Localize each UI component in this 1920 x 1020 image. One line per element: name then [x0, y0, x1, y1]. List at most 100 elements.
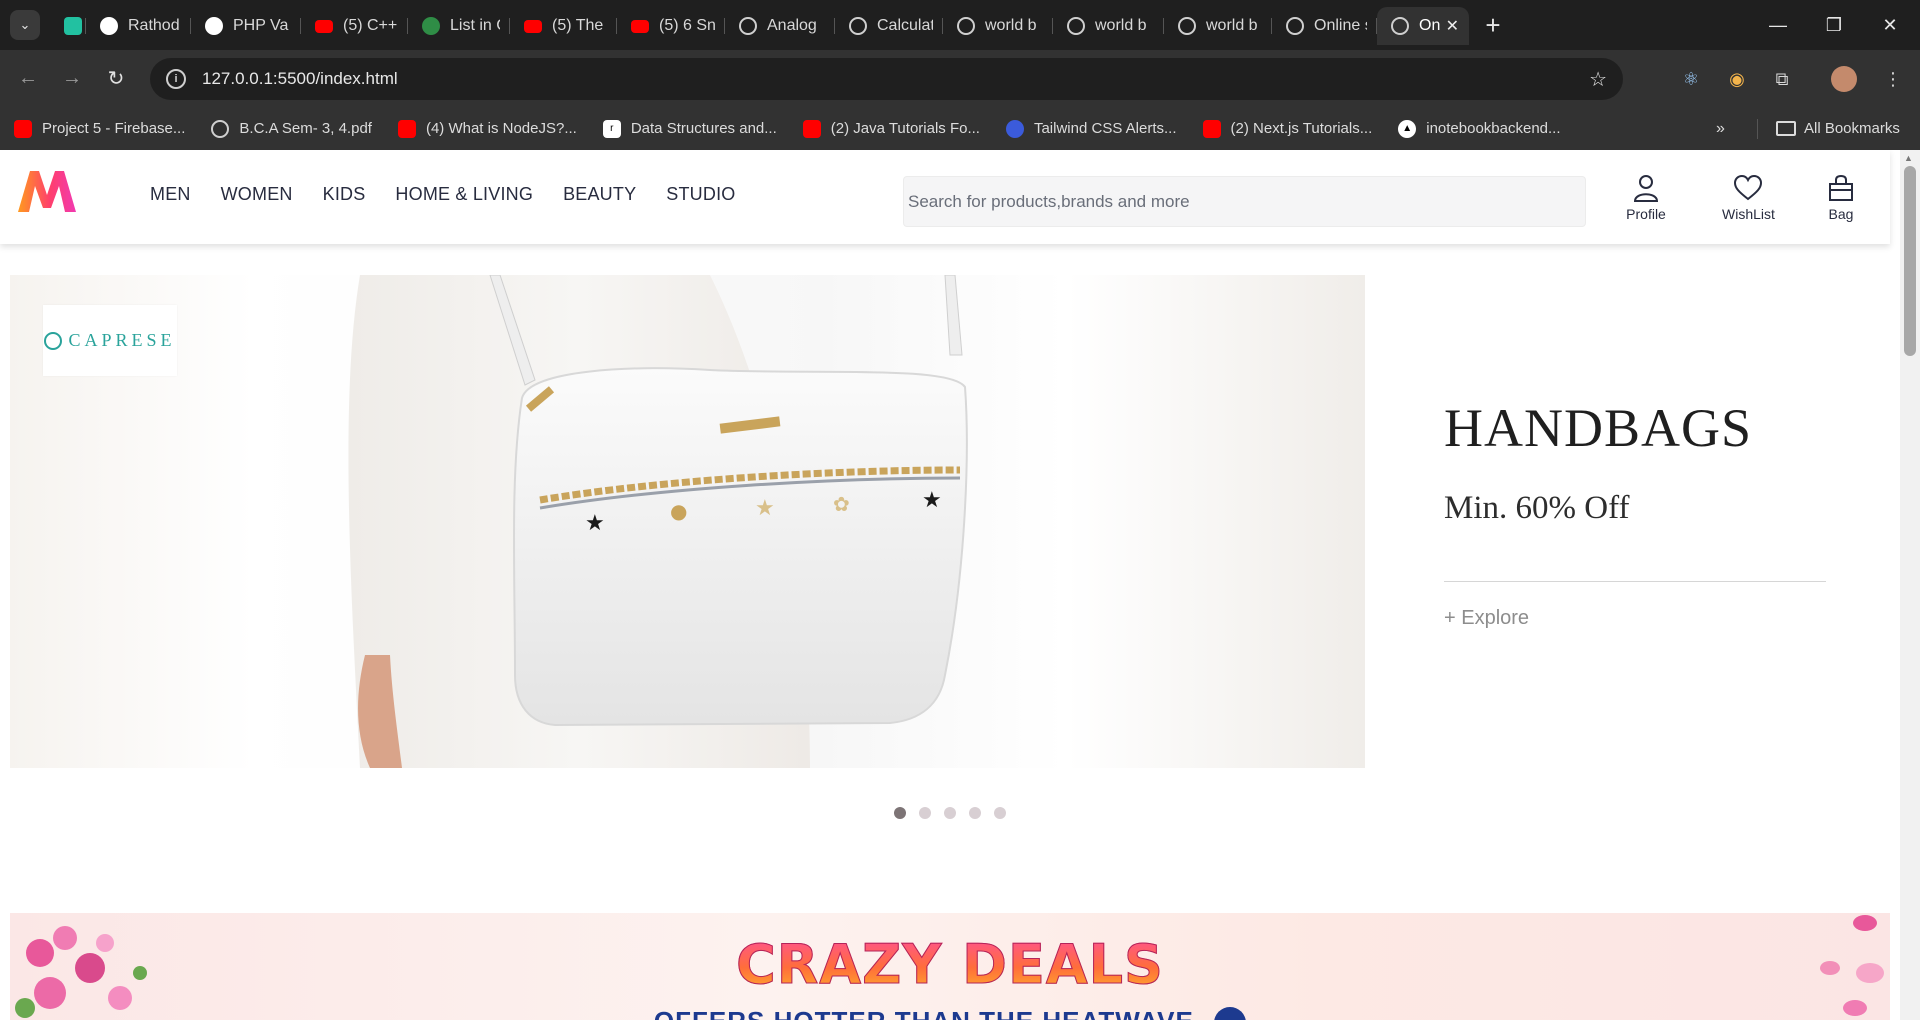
tab-1[interactable]: Rathod: [86, 7, 191, 45]
carousel-dot-3[interactable]: [944, 807, 956, 819]
svg-text:●: ●: [670, 499, 687, 523]
bookmark-item[interactable]: (2) Java Tutorials Fo...: [802, 119, 980, 138]
svg-text:★: ★: [585, 511, 605, 536]
bookmark-star-icon[interactable]: ☆: [1589, 67, 1607, 92]
bookmark-item[interactable]: Project 5 - Firebase...: [14, 119, 186, 138]
bookmark-item[interactable]: B.C.A Sem- 3, 4.pdf: [211, 119, 372, 138]
hero-title-text: HANDBAGS: [1444, 398, 1753, 458]
more-bookmarks-icon[interactable]: »: [1716, 107, 1725, 150]
extensions-puzzle-icon[interactable]: ⧉: [1767, 64, 1797, 94]
tab-6[interactable]: (5) 6 Sn: [617, 7, 725, 45]
tab-9[interactable]: world b: [943, 7, 1053, 45]
all-bookmarks-button[interactable]: All Bookmarks: [1776, 107, 1900, 150]
avatar[interactable]: [1831, 66, 1857, 92]
close-tab-icon[interactable]: ✕: [1446, 16, 1459, 36]
crazy-deals-banner[interactable]: CRAZY DEALS OFFERS HOTTER THAN THE HEATW…: [10, 913, 1890, 1020]
restore-button[interactable]: ❐: [1806, 0, 1862, 50]
bookmark-item[interactable]: (2) Next.js Tutorials...: [1202, 119, 1372, 138]
bookmark-item[interactable]: Tailwind CSS Alerts...: [1005, 119, 1177, 138]
tab-0[interactable]: [64, 7, 86, 45]
heart-icon: [1733, 174, 1763, 201]
browser-menu-icon[interactable]: ⋮: [1878, 64, 1908, 94]
close-window-button[interactable]: ✕: [1862, 0, 1918, 50]
svg-text:✿: ✿: [833, 492, 850, 516]
wishlist-button[interactable]: WishList: [1722, 174, 1775, 222]
carousel-dot-2[interactable]: [919, 807, 931, 819]
search-input[interactable]: Search for products,brands and more: [903, 176, 1586, 227]
react-devtools-icon[interactable]: ⚛: [1676, 64, 1706, 94]
vercel-icon: ▲: [1398, 119, 1417, 138]
bookmark-label: Project 5 - Firebase...: [42, 120, 186, 137]
bookmark-item[interactable]: (4) What is NodeJS?...: [397, 119, 577, 138]
hero-title: HANDBAGS: [1444, 397, 1752, 459]
bookmark-label: (4) What is NodeJS?...: [425, 120, 577, 137]
hero-divider: [1444, 581, 1826, 582]
tab-10[interactable]: world b: [1053, 7, 1164, 45]
site-header: MEN WOMEN KIDS HOME & LIVING BEAUTY STUD…: [0, 150, 1890, 244]
address-bar: ← → ↻ i 127.0.0.1:5500/index.html ☆: [0, 50, 1920, 107]
bookmark-item[interactable]: r Data Structures and...: [602, 119, 777, 138]
all-bookmarks-label: All Bookmarks: [1804, 120, 1900, 137]
svg-text:★: ★: [922, 488, 942, 513]
svg-text:★: ★: [755, 496, 775, 521]
globe-icon: [1391, 17, 1409, 35]
scroll-up-icon[interactable]: ▲: [1904, 153, 1913, 163]
youtube-icon: [315, 19, 333, 33]
bookmark-label: (2) Java Tutorials Fo...: [830, 120, 980, 137]
reload-button[interactable]: ↻: [96, 59, 136, 99]
tab-5[interactable]: (5) The: [510, 7, 617, 45]
search-placeholder: Search for products,brands and more: [908, 191, 1190, 211]
tailwind-icon: [1005, 119, 1024, 138]
bag-icon: [1829, 174, 1853, 201]
nav-beauty[interactable]: BEAUTY: [563, 184, 636, 205]
nav-studio[interactable]: STUDIO: [666, 184, 735, 205]
tab-7[interactable]: Analog: [725, 7, 835, 45]
explore-link[interactable]: + Explore: [1444, 607, 1529, 630]
globe-icon: [1286, 17, 1304, 35]
youtube-icon: [14, 119, 32, 138]
gfg-icon: [422, 17, 440, 35]
globe-icon: [957, 17, 975, 35]
folder-icon: [1776, 121, 1796, 136]
carousel-dot-5[interactable]: [994, 807, 1006, 819]
nav-kids[interactable]: KIDS: [323, 184, 366, 205]
extension-icon[interactable]: ◉: [1722, 64, 1752, 94]
scrollbar-thumb[interactable]: [1904, 166, 1916, 356]
tab-4[interactable]: List in C: [408, 7, 510, 45]
bag-button[interactable]: Bag: [1826, 174, 1856, 222]
tab-11[interactable]: world b: [1164, 7, 1272, 45]
tab-12[interactable]: Online s: [1272, 7, 1377, 45]
tab-title: (5) The: [552, 17, 604, 34]
tab-title: List in C: [450, 17, 500, 34]
tab-8[interactable]: Calculat: [835, 7, 943, 45]
carousel-dot-4[interactable]: [969, 807, 981, 819]
bookmark-item[interactable]: ▲ inotebookbackend...: [1398, 119, 1561, 138]
nav-men[interactable]: MEN: [150, 184, 191, 205]
tab-3[interactable]: (5) C++: [301, 7, 408, 45]
tab-search-button[interactable]: ⌄: [10, 10, 40, 40]
site-info-icon[interactable]: i: [166, 69, 186, 89]
tab-title: PHP Va: [233, 17, 289, 34]
profile-label: Profile: [1626, 206, 1666, 222]
chevron-right-icon[interactable]: ›: [1214, 1007, 1247, 1020]
carousel-dot-1[interactable]: [894, 807, 906, 819]
tab-title: On: [1419, 17, 1440, 34]
tab-title: Online s: [1314, 17, 1367, 34]
hero-banner[interactable]: CAPRESE ★ ● ★ ✿ ★: [10, 275, 1365, 768]
globe-icon: [1067, 17, 1085, 35]
codechef-icon: r: [602, 119, 621, 138]
minimize-button[interactable]: —: [1750, 0, 1806, 50]
profile-button[interactable]: Profile: [1624, 174, 1668, 222]
forward-button[interactable]: →: [52, 59, 92, 99]
main-nav: MEN WOMEN KIDS HOME & LIVING BEAUTY STUD…: [150, 184, 765, 205]
url-field[interactable]: i 127.0.0.1:5500/index.html ☆: [150, 58, 1623, 100]
back-button[interactable]: ←: [8, 59, 48, 99]
globe-icon: [739, 17, 757, 35]
tab-2[interactable]: PHP Va: [191, 7, 301, 45]
foody-icon: [64, 17, 82, 35]
tab-13[interactable]: On ✕: [1377, 7, 1469, 45]
nav-women[interactable]: WOMEN: [221, 184, 293, 205]
myntra-logo[interactable]: [16, 168, 78, 214]
new-tab-button[interactable]: +: [1475, 10, 1511, 41]
nav-home-living[interactable]: HOME & LIVING: [395, 184, 533, 205]
